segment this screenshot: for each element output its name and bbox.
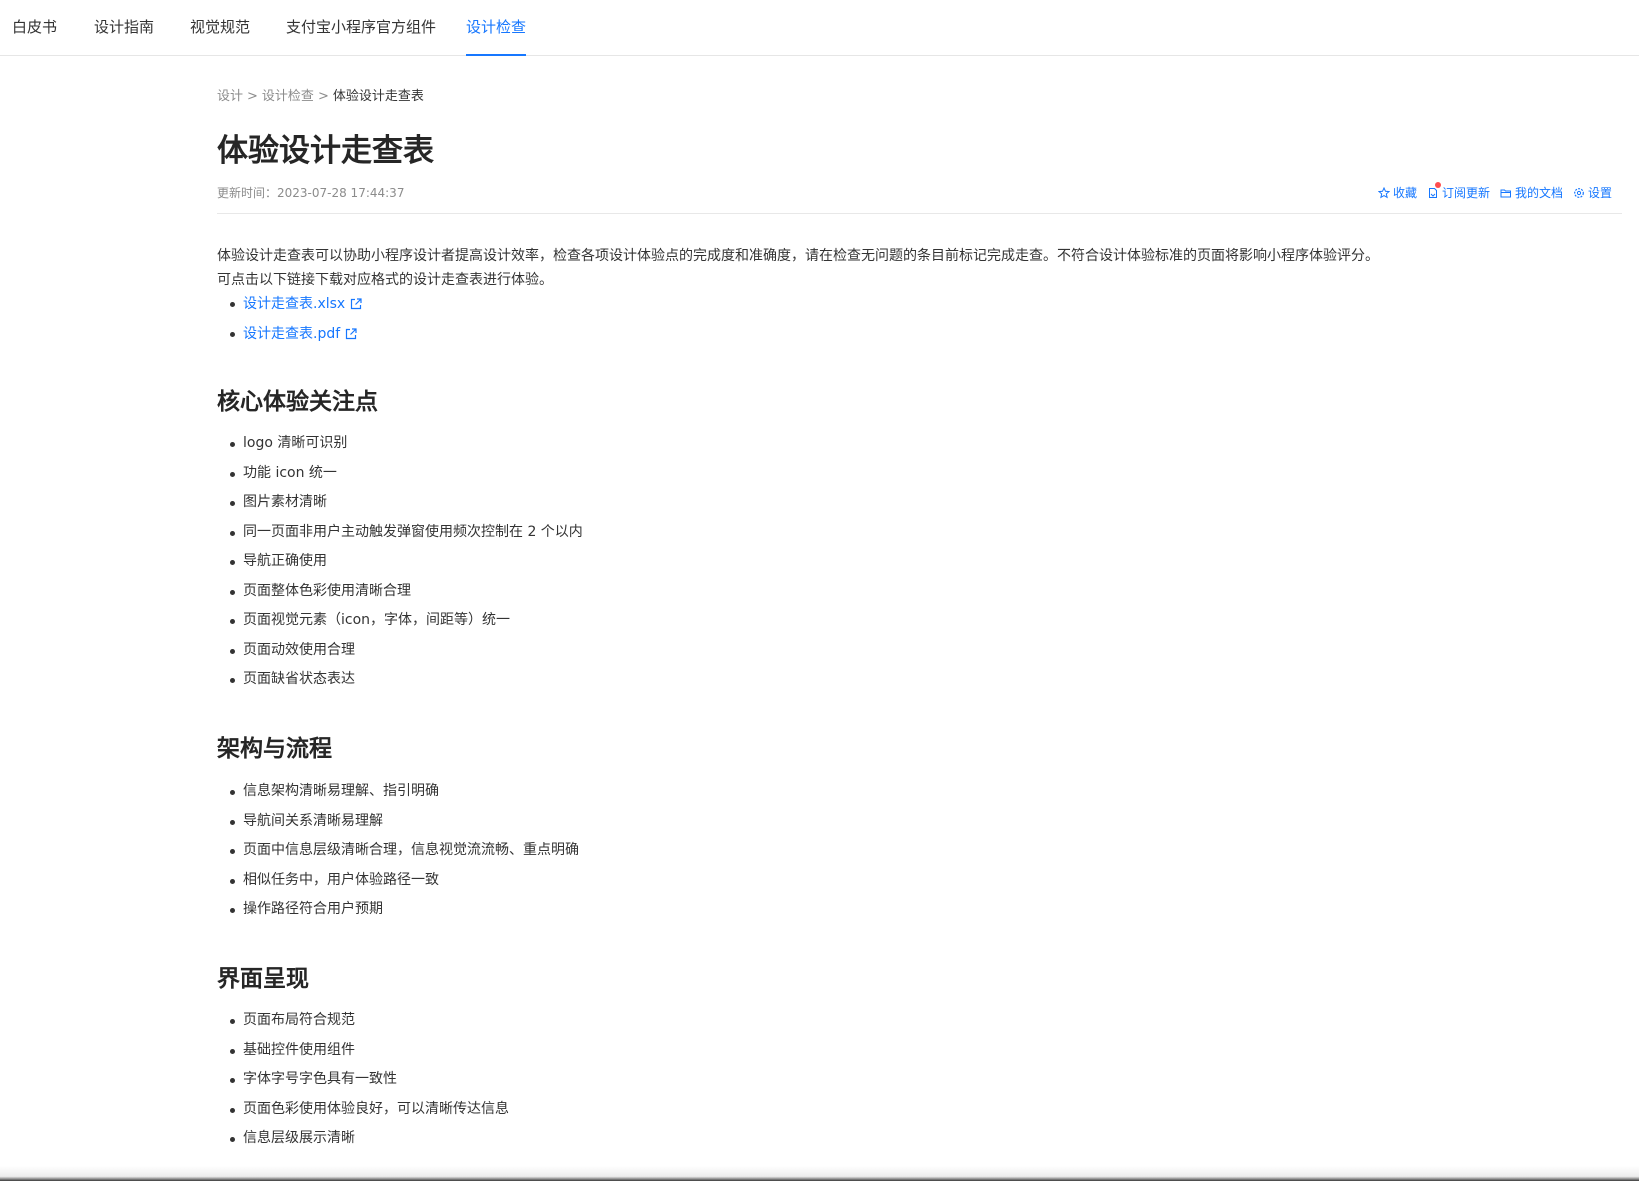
list-item: 信息架构清晰易理解、指引明确	[217, 777, 579, 807]
gear-icon	[1574, 187, 1584, 198]
folder-icon	[1500, 189, 1511, 197]
download-xlsx-link[interactable]: 设计走查表.xlsx	[243, 289, 363, 319]
list-item: 页面视觉元素（icon，字体，间距等）统一	[217, 606, 583, 636]
list-item: 基础控件使用组件	[217, 1036, 509, 1066]
doc-actions: 收藏 订阅更新 我的文档 设置	[1377, 182, 1612, 201]
my-docs-label: 我的文档	[1514, 186, 1563, 200]
download-pdf-label: 设计走查表.pdf	[243, 326, 341, 342]
window-bottom-edge	[0, 1166, 1639, 1181]
external-link-icon	[346, 328, 357, 340]
download-pdf-link[interactable]: 设计走查表.pdf	[243, 319, 358, 349]
list-item: 图片素材清晰	[217, 488, 583, 518]
list-item: 导航间关系清晰易理解	[217, 807, 579, 837]
download-xlsx-label: 设计走查表.xlsx	[243, 296, 346, 312]
list-item: logo 清晰可识别	[217, 429, 583, 459]
tab-visual-spec[interactable]: 视觉规范	[190, 0, 250, 56]
list-item: 字体字号字色具有一致性	[217, 1065, 509, 1095]
tab-design-check[interactable]: 设计检查	[466, 0, 527, 56]
list-item: 导航正确使用	[217, 547, 583, 577]
list-item: 操作路径符合用户预期	[217, 895, 579, 925]
list-item: 同一页面非用户主动触发弹窗使用频次控制在 2 个以内	[217, 518, 583, 548]
list-item: 设计走查表.xlsx	[217, 289, 363, 319]
breadcrumb-current: 体验设计走查表	[332, 89, 424, 104]
list-item: 页面色彩使用体验良好，可以清晰传达信息	[217, 1095, 509, 1125]
breadcrumb-separator: >	[247, 89, 258, 104]
list-item: 设计走查表.pdf	[217, 319, 363, 349]
notification-dot	[1434, 182, 1441, 188]
page-title: 体验设计走查表	[217, 133, 434, 169]
core-experience-list: logo 清晰可识别 功能 icon 统一 图片素材清晰 同一页面非用户主动触发…	[217, 429, 583, 695]
intro-text: 体验设计走查表可以协助小程序设计者提高设计效率，检查各项设计体验点的完成度和准确…	[217, 244, 1622, 292]
list-item: 相似任务中，用户体验路径一致	[217, 866, 579, 896]
architecture-flow-list: 信息架构清晰易理解、指引明确 导航间关系清晰易理解 页面中信息层级清晰合理，信息…	[217, 777, 579, 925]
list-item: 页面动效使用合理	[217, 636, 583, 666]
subscribe-label: 订阅更新	[1441, 186, 1490, 200]
list-item: 信息层级展示清晰	[217, 1124, 509, 1154]
intro-paragraph: 可点击以下链接下载对应格式的设计走查表进行体验。	[217, 272, 553, 288]
list-item: 页面布局符合规范	[217, 1006, 509, 1036]
top-nav: 白皮书 设计指南 视觉规范 支付宝小程序官方组件 设计检查	[0, 0, 1639, 56]
favorite-label: 收藏	[1392, 186, 1417, 200]
meta-row: 更新时间：2023-07-28 17:44:37 收藏 订阅更新 我的文档 设置	[217, 182, 1622, 214]
list-item: 页面缺省状态表达	[217, 665, 583, 695]
list-item: 功能 icon 统一	[217, 459, 583, 489]
updated-time: 更新时间：2023-07-28 17:44:37	[217, 186, 405, 200]
intro-paragraph: 体验设计走查表可以协助小程序设计者提高设计效率，检查各项设计体验点的完成度和准确…	[217, 248, 1379, 264]
tab-whitepaper[interactable]: 白皮书	[12, 0, 57, 56]
external-link-icon	[351, 298, 362, 310]
favorite-button[interactable]: 收藏	[1377, 184, 1417, 201]
section-title-interface-presentation: 界面呈现	[217, 966, 309, 992]
my-docs-button[interactable]: 我的文档	[1500, 184, 1563, 201]
subscribe-doc-icon	[1428, 187, 1437, 198]
section-title-architecture-flow: 架构与流程	[217, 736, 332, 762]
section-title-core-experience: 核心体验关注点	[217, 389, 378, 415]
settings-label: 设置	[1587, 186, 1612, 200]
subscribe-button[interactable]: 订阅更新	[1427, 182, 1490, 201]
tab-design-guide[interactable]: 设计指南	[94, 0, 154, 56]
breadcrumb-item-design[interactable]: 设计	[217, 89, 243, 104]
download-list: 设计走查表.xlsx 设计走查表.pdf	[217, 289, 363, 349]
tab-official-components[interactable]: 支付宝小程序官方组件	[286, 0, 436, 56]
interface-presentation-list: 页面布局符合规范 基础控件使用组件 字体字号字色具有一致性 页面色彩使用体验良好…	[217, 1006, 509, 1154]
list-item: 页面中信息层级清晰合理，信息视觉流流畅、重点明确	[217, 836, 579, 866]
breadcrumb-separator: >	[317, 89, 329, 104]
breadcrumb-item-design-check[interactable]: 设计检查	[262, 89, 314, 104]
breadcrumb: 设计 > 设计检查 > 体验设计走查表	[217, 85, 424, 104]
star-icon	[1377, 186, 1390, 198]
list-item: 页面整体色彩使用清晰合理	[217, 577, 583, 607]
settings-button[interactable]: 设置	[1573, 184, 1612, 201]
